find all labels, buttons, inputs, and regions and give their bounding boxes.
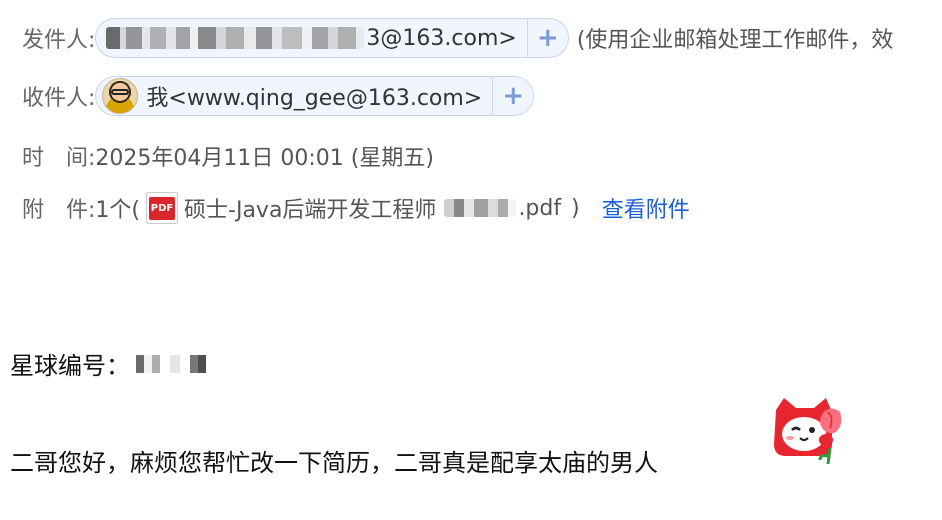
attachment-file-ext: .pdf [518, 195, 562, 221]
planet-number-label: 星球编号： [10, 352, 130, 380]
add-recipient-plus-icon[interactable]: + [492, 77, 533, 115]
time-row: 时 间: 2025年04月11日 00:01 (星期五) [22, 136, 434, 176]
sender-label: 发件人: [22, 28, 96, 53]
message-line: 二哥您好，麻烦您帮忙改一下简历，二哥真是配享太庙的男人 [10, 443, 658, 478]
recipient-name-address: 我<www.qing_gee@163.com> [146, 86, 483, 111]
time-label: 时 间: [22, 146, 96, 171]
attachment-row: 附 件: 1个( PDF 硕士-Java后端开发工程师 .pdf ) 查看附件 [22, 188, 690, 228]
add-sender-plus-icon[interactable]: + [526, 19, 568, 57]
sender-address-tail: 3@163.com> [366, 25, 517, 51]
sender-row: 发件人: 3@163.com> + (使用企业邮箱处理工作邮件，效 [22, 18, 893, 58]
sender-chip[interactable]: 3@163.com> + [95, 18, 569, 58]
time-value: 2025年04月11日 00:01 (星期五) [95, 146, 434, 171]
planet-number-line: 星球编号： [10, 346, 206, 381]
avatar [102, 78, 139, 114]
recipient-row: 收件人: 我<www.qing_gee@163.com> + [22, 76, 535, 116]
pdf-icon-text: PDF [148, 196, 176, 220]
view-attachment-link[interactable]: 查看附件 [602, 192, 690, 224]
attachment-file-name[interactable]: 硕士-Java后端开发工程师 [184, 192, 436, 224]
attachment-blurred-name [444, 199, 517, 217]
recipient-chip[interactable]: 我<www.qing_gee@163.com> + [95, 76, 535, 116]
attachment-label: 附 件: [22, 198, 96, 223]
recipient-label: 收件人: [22, 86, 96, 111]
sender-blurred-address [106, 27, 365, 49]
pdf-icon[interactable]: PDF [146, 192, 179, 224]
enterprise-mail-note: (使用企业邮箱处理工作邮件，效 [576, 28, 894, 53]
message-text: 二哥您好，麻烦您帮忙改一下简历，二哥真是配享太庙的男人 [10, 449, 658, 477]
cat-with-flower-sticker-icon [774, 398, 842, 465]
attachment-close-paren: ) [571, 195, 580, 221]
planet-number-blurred [136, 354, 206, 373]
attachment-count: 1个( [95, 198, 141, 223]
